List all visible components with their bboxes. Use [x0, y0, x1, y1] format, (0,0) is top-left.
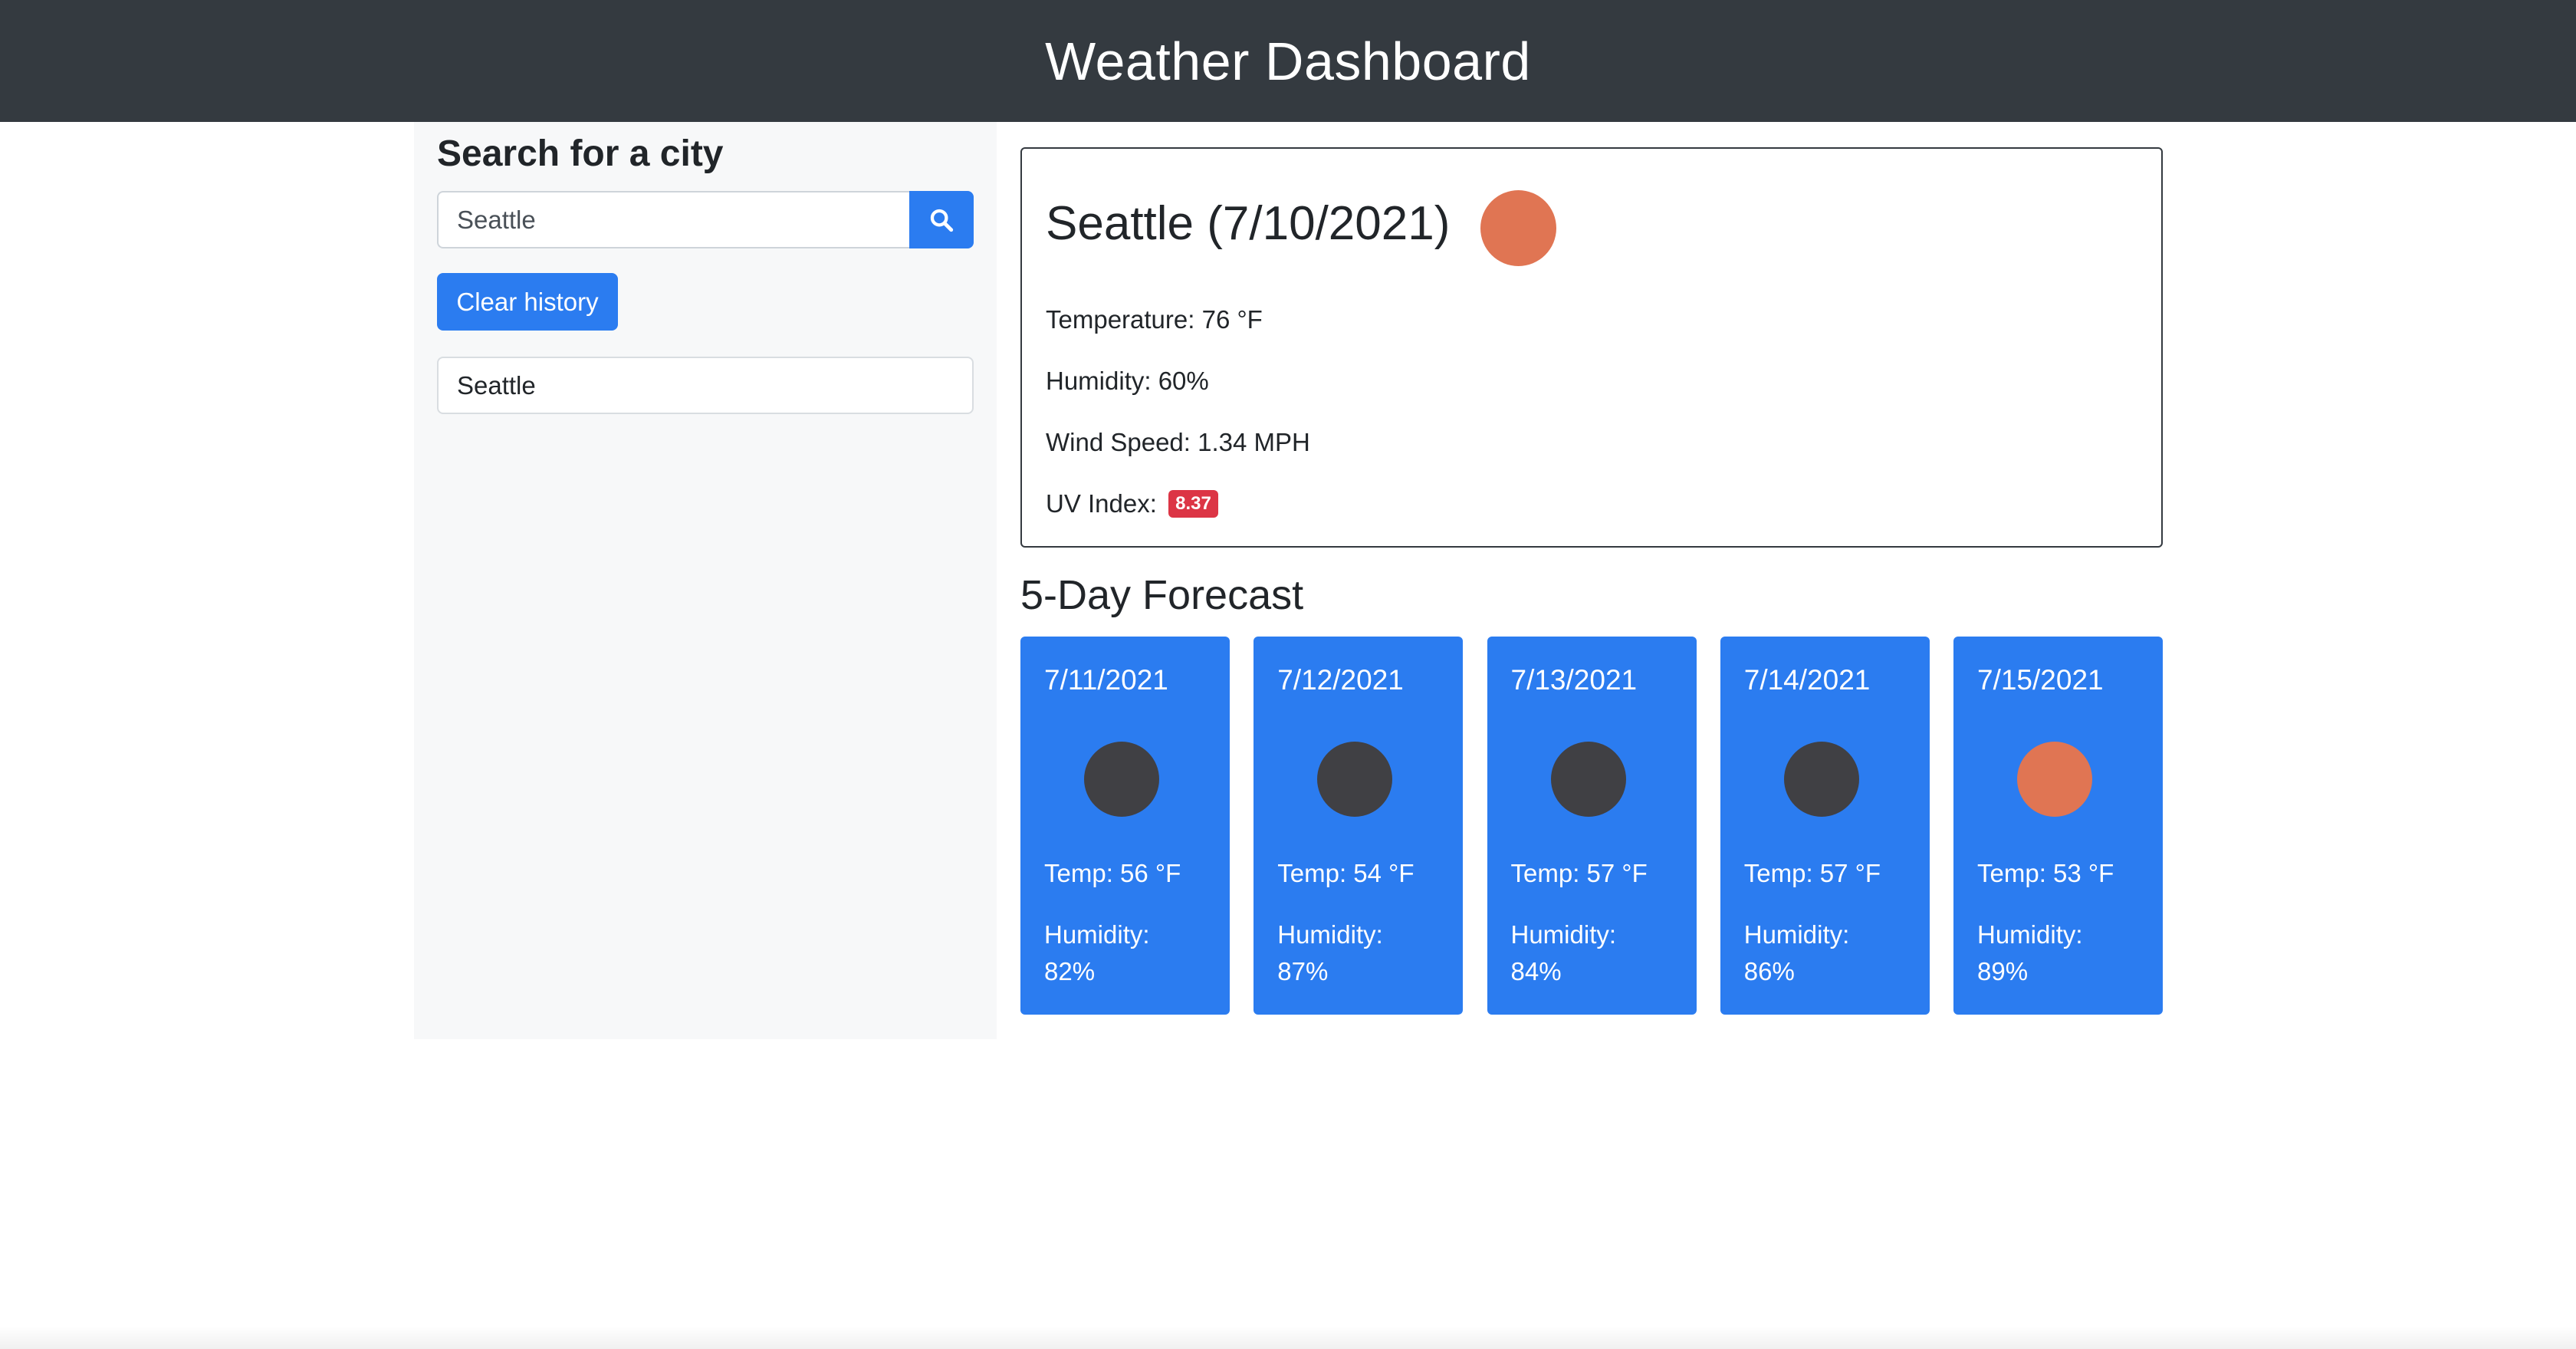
forecast-heading: 5-Day Forecast — [1020, 572, 1304, 618]
search-icon — [930, 209, 954, 232]
forecast-card: 7/15/2021 Temp: 53 °F Humidity: 89% — [1953, 637, 2163, 1015]
forecast-humidity: 82% — [1044, 957, 1096, 985]
forecast-date: 7/11/2021 — [1044, 664, 1168, 696]
current-humidity: Humidity: 60% — [1046, 367, 1209, 395]
forecast-humidity-label: Humidity: — [1977, 920, 2083, 949]
search-title: Search for a city — [437, 133, 724, 174]
search-history-list: Seattle — [437, 357, 974, 414]
current-city-title: Seattle (7/10/2021) — [1046, 197, 1451, 250]
current-weather-card: Seattle (7/10/2021) Temperature: 76 °F H… — [1020, 147, 2163, 548]
forecast-humidity-label: Humidity: — [1277, 920, 1383, 949]
page: Weather Dashboard Search for a city Clea… — [0, 0, 2576, 1349]
page-title: Weather Dashboard — [1045, 31, 1531, 91]
forecast-temp: Temp: 57 °F — [1743, 859, 1881, 887]
forecast-humidity-label: Humidity: — [1510, 920, 1617, 949]
weather-icon — [1480, 190, 1556, 266]
forecast-date: 7/13/2021 — [1510, 664, 1638, 696]
sidebar: Search for a city Clear history Seattle — [414, 122, 997, 1039]
forecast-humidity: 89% — [1977, 957, 2029, 985]
forecast-card: 7/12/2021 Temp: 54 °F Humidity: 87% — [1254, 637, 1464, 1015]
forecast-card: 7/13/2021 Temp: 57 °F Humidity: 84% — [1487, 637, 1697, 1015]
history-item-seattle[interactable]: Seattle — [437, 357, 974, 414]
uv-index-label: UV Index: — [1046, 489, 1157, 518]
weather-icon — [1084, 742, 1159, 817]
weather-icon — [1550, 742, 1626, 817]
forecast-temp: Temp: 57 °F — [1510, 859, 1648, 887]
uv-index-badge: 8.37 — [1168, 490, 1218, 518]
forecast-humidity: 87% — [1277, 957, 1329, 985]
forecast-humidity: 84% — [1510, 957, 1562, 985]
search-button[interactable] — [909, 191, 974, 248]
forecast-card: 7/11/2021 Temp: 56 °F Humidity: 82% — [1020, 637, 1230, 1015]
bottom-shadow — [0, 1326, 2576, 1349]
forecast-humidity-label: Humidity: — [1044, 920, 1150, 949]
forecast-humidity-label: Humidity: — [1743, 920, 1850, 949]
current-uv-index: UV Index: 8.37 — [1046, 489, 1218, 519]
forecast-temp: Temp: 56 °F — [1044, 859, 1181, 887]
current-temperature: Temperature: 76 °F — [1046, 305, 1263, 334]
forecast-humidity: 86% — [1743, 957, 1795, 985]
current-wind-speed: Wind Speed: 1.34 MPH — [1046, 428, 1310, 456]
clear-history-button[interactable]: Clear history — [437, 273, 618, 331]
weather-icon — [1783, 742, 1859, 817]
city-search-input[interactable] — [437, 191, 909, 248]
search-group — [437, 191, 974, 248]
forecast-date: 7/12/2021 — [1277, 664, 1404, 696]
forecast-row: 7/11/2021 Temp: 56 °F Humidity: 82% 7/12… — [1020, 637, 2163, 1015]
forecast-temp: Temp: 53 °F — [1977, 859, 2114, 887]
forecast-temp: Temp: 54 °F — [1277, 859, 1414, 887]
weather-icon — [2017, 742, 2092, 817]
forecast-date: 7/15/2021 — [1977, 664, 2104, 696]
app-header: Weather Dashboard — [0, 0, 2576, 122]
forecast-card: 7/14/2021 Temp: 57 °F Humidity: 86% — [1720, 637, 1930, 1015]
weather-icon — [1317, 742, 1393, 817]
forecast-date: 7/14/2021 — [1743, 664, 1871, 696]
